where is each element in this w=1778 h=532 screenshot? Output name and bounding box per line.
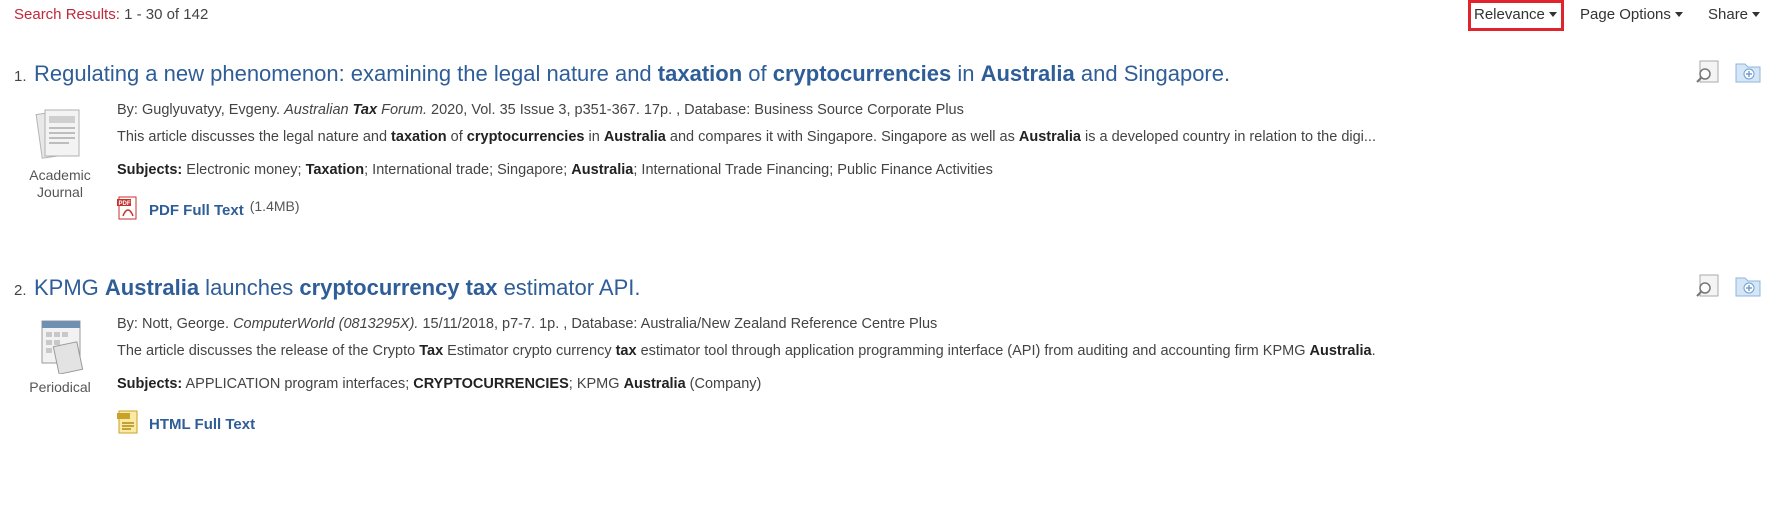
source-title: ComputerWorld (0813295X). [233,316,419,332]
caret-down-icon [1674,11,1683,17]
publication-type-label: Academic [29,167,91,183]
result-title-link[interactable]: Regulating a new phenomenon: examining t… [34,61,1230,87]
subject-terms[interactable]: (Company) [686,376,762,392]
abstract-text: estimator tool through application progr… [636,343,1310,359]
publication-type[interactable]: Periodical [14,318,106,396]
abstract-text: This article discusses the legal nature … [117,129,392,145]
abstract-text: The article discusses the release of the… [117,343,420,359]
abstract-highlight: Australia [603,129,666,145]
search-results-label: Search Results: [14,6,120,23]
caret-down-icon [1752,11,1761,17]
academic-journal-icon [35,109,80,159]
abstract-text: of [446,129,467,145]
subject-terms[interactable]: Taxation [306,162,365,178]
result-byline: By: Guglyuvatyy, Evgeny. Australian Tax … [117,102,964,118]
byline-text: By: Nott, George. [117,316,234,332]
byline-details: 15/11/2018, p7-7. 1p. , Database: Austra… [418,316,938,332]
file-size: (1.4MB) [249,198,300,214]
title-text: Regulating a new phenomenon: examining t… [34,61,658,86]
title-text: of [742,61,773,86]
subjects-label: Subjects: [117,376,183,392]
results-toolbar: Search Results: 1 - 30 of 142 Relevance … [0,0,1778,31]
result-number: 2. [14,282,27,299]
abstract-text: . [1371,343,1376,359]
byline-text: By: Guglyuvatyy, Evgeny. [117,102,285,118]
result-actions [1694,274,1762,298]
result-title-link[interactable]: KPMG Australia launches cryptocurrency t… [34,275,641,301]
subject-terms[interactable]: Australia [571,162,633,178]
pdf-icon: PDF [117,196,137,220]
relevance-sort-dropdown[interactable]: Relevance [1474,6,1557,23]
result-byline: By: Nott, George. ComputerWorld (0813295… [117,316,937,332]
html-fulltext-icon [117,410,138,434]
abstract-highlight: taxation [391,129,447,145]
html-full-text-label[interactable]: HTML Full Text [149,416,255,433]
result-actions [1694,60,1762,84]
title-highlight: Australia [980,61,1075,86]
page-options-dropdown[interactable]: Page Options [1580,6,1683,23]
subject-terms[interactable]: Australia [624,376,686,392]
title-highlight: cryptocurrency tax [299,275,498,300]
result-number: 1. [14,68,27,85]
source-title: Australian [284,102,353,118]
abstract-text: is a developed country in relation to th… [1080,129,1376,145]
subject-terms[interactable]: Electronic money; [182,162,305,178]
subjects-label: Subjects: [117,162,183,178]
title-highlight: Australia [104,275,200,300]
periodical-icon [41,320,84,375]
subject-terms[interactable]: ; International trade; Singapore; [364,162,571,178]
title-text: KPMG [34,275,105,300]
byline-details: 2020, Vol. 35 Issue 3, p351-367. 17p. , … [427,102,964,118]
abstract-text: Estimator crypto currency [443,343,616,359]
subject-terms[interactable]: ; International Trade Financing; Public … [633,162,992,178]
abstract-highlight: Australia [1309,343,1372,359]
pdf-full-text-link[interactable]: PDF PDF Full Text (1.4MB) [117,196,300,220]
abstract-highlight: Tax [419,343,444,359]
preview-magnifier-icon[interactable] [1694,60,1720,84]
subject-terms[interactable]: ; KPMG [569,376,624,392]
share-label: Share [1708,6,1749,23]
title-text: in [951,61,981,86]
title-text: estimator API. [497,275,641,300]
search-results-range: 1 - 30 of 142 [124,6,209,23]
abstract-text: in [584,129,604,145]
subject-terms[interactable]: CRYPTOCURRENCIES [413,376,569,392]
abstract-highlight: Australia [1018,129,1081,145]
title-text: and Singapore. [1074,61,1231,86]
abstract-highlight: cryptocurrencies [466,129,585,145]
preview-magnifier-icon[interactable] [1694,274,1720,298]
share-dropdown[interactable]: Share [1708,6,1761,23]
title-text: launches [199,275,300,300]
result-subjects: Subjects: APPLICATION program interfaces… [117,376,761,392]
source-title: Forum. [377,102,428,118]
publication-type[interactable]: Academic Journal [14,104,106,201]
publication-type-label: Journal [37,184,83,200]
add-to-folder-icon[interactable] [1734,60,1762,84]
source-title-highlight: Tax [352,102,378,118]
search-results-count: Search Results: 1 - 30 of 142 [14,6,208,23]
add-to-folder-icon[interactable] [1734,274,1762,298]
svg-text:PDF: PDF [119,201,131,207]
page-options-label: Page Options [1580,6,1671,23]
abstract-text: and compares it with Singapore. Singapor… [665,129,1019,145]
title-highlight: taxation [657,61,743,86]
subject-terms[interactable]: APPLICATION program interfaces; [182,376,413,392]
html-full-text-link[interactable]: HTML Full Text [117,410,255,434]
result-subjects: Subjects: Electronic money; Taxation; In… [117,162,993,178]
abstract-highlight: tax [615,343,637,359]
publication-type-label: Periodical [29,379,91,395]
title-highlight: cryptocurrencies [772,61,952,86]
result-abstract: This article discusses the legal nature … [117,129,1376,145]
relevance-label: Relevance [1474,6,1545,23]
result-abstract: The article discusses the release of the… [117,343,1376,359]
caret-down-icon [1548,11,1557,17]
pdf-full-text-label[interactable]: PDF Full Text [149,202,244,219]
